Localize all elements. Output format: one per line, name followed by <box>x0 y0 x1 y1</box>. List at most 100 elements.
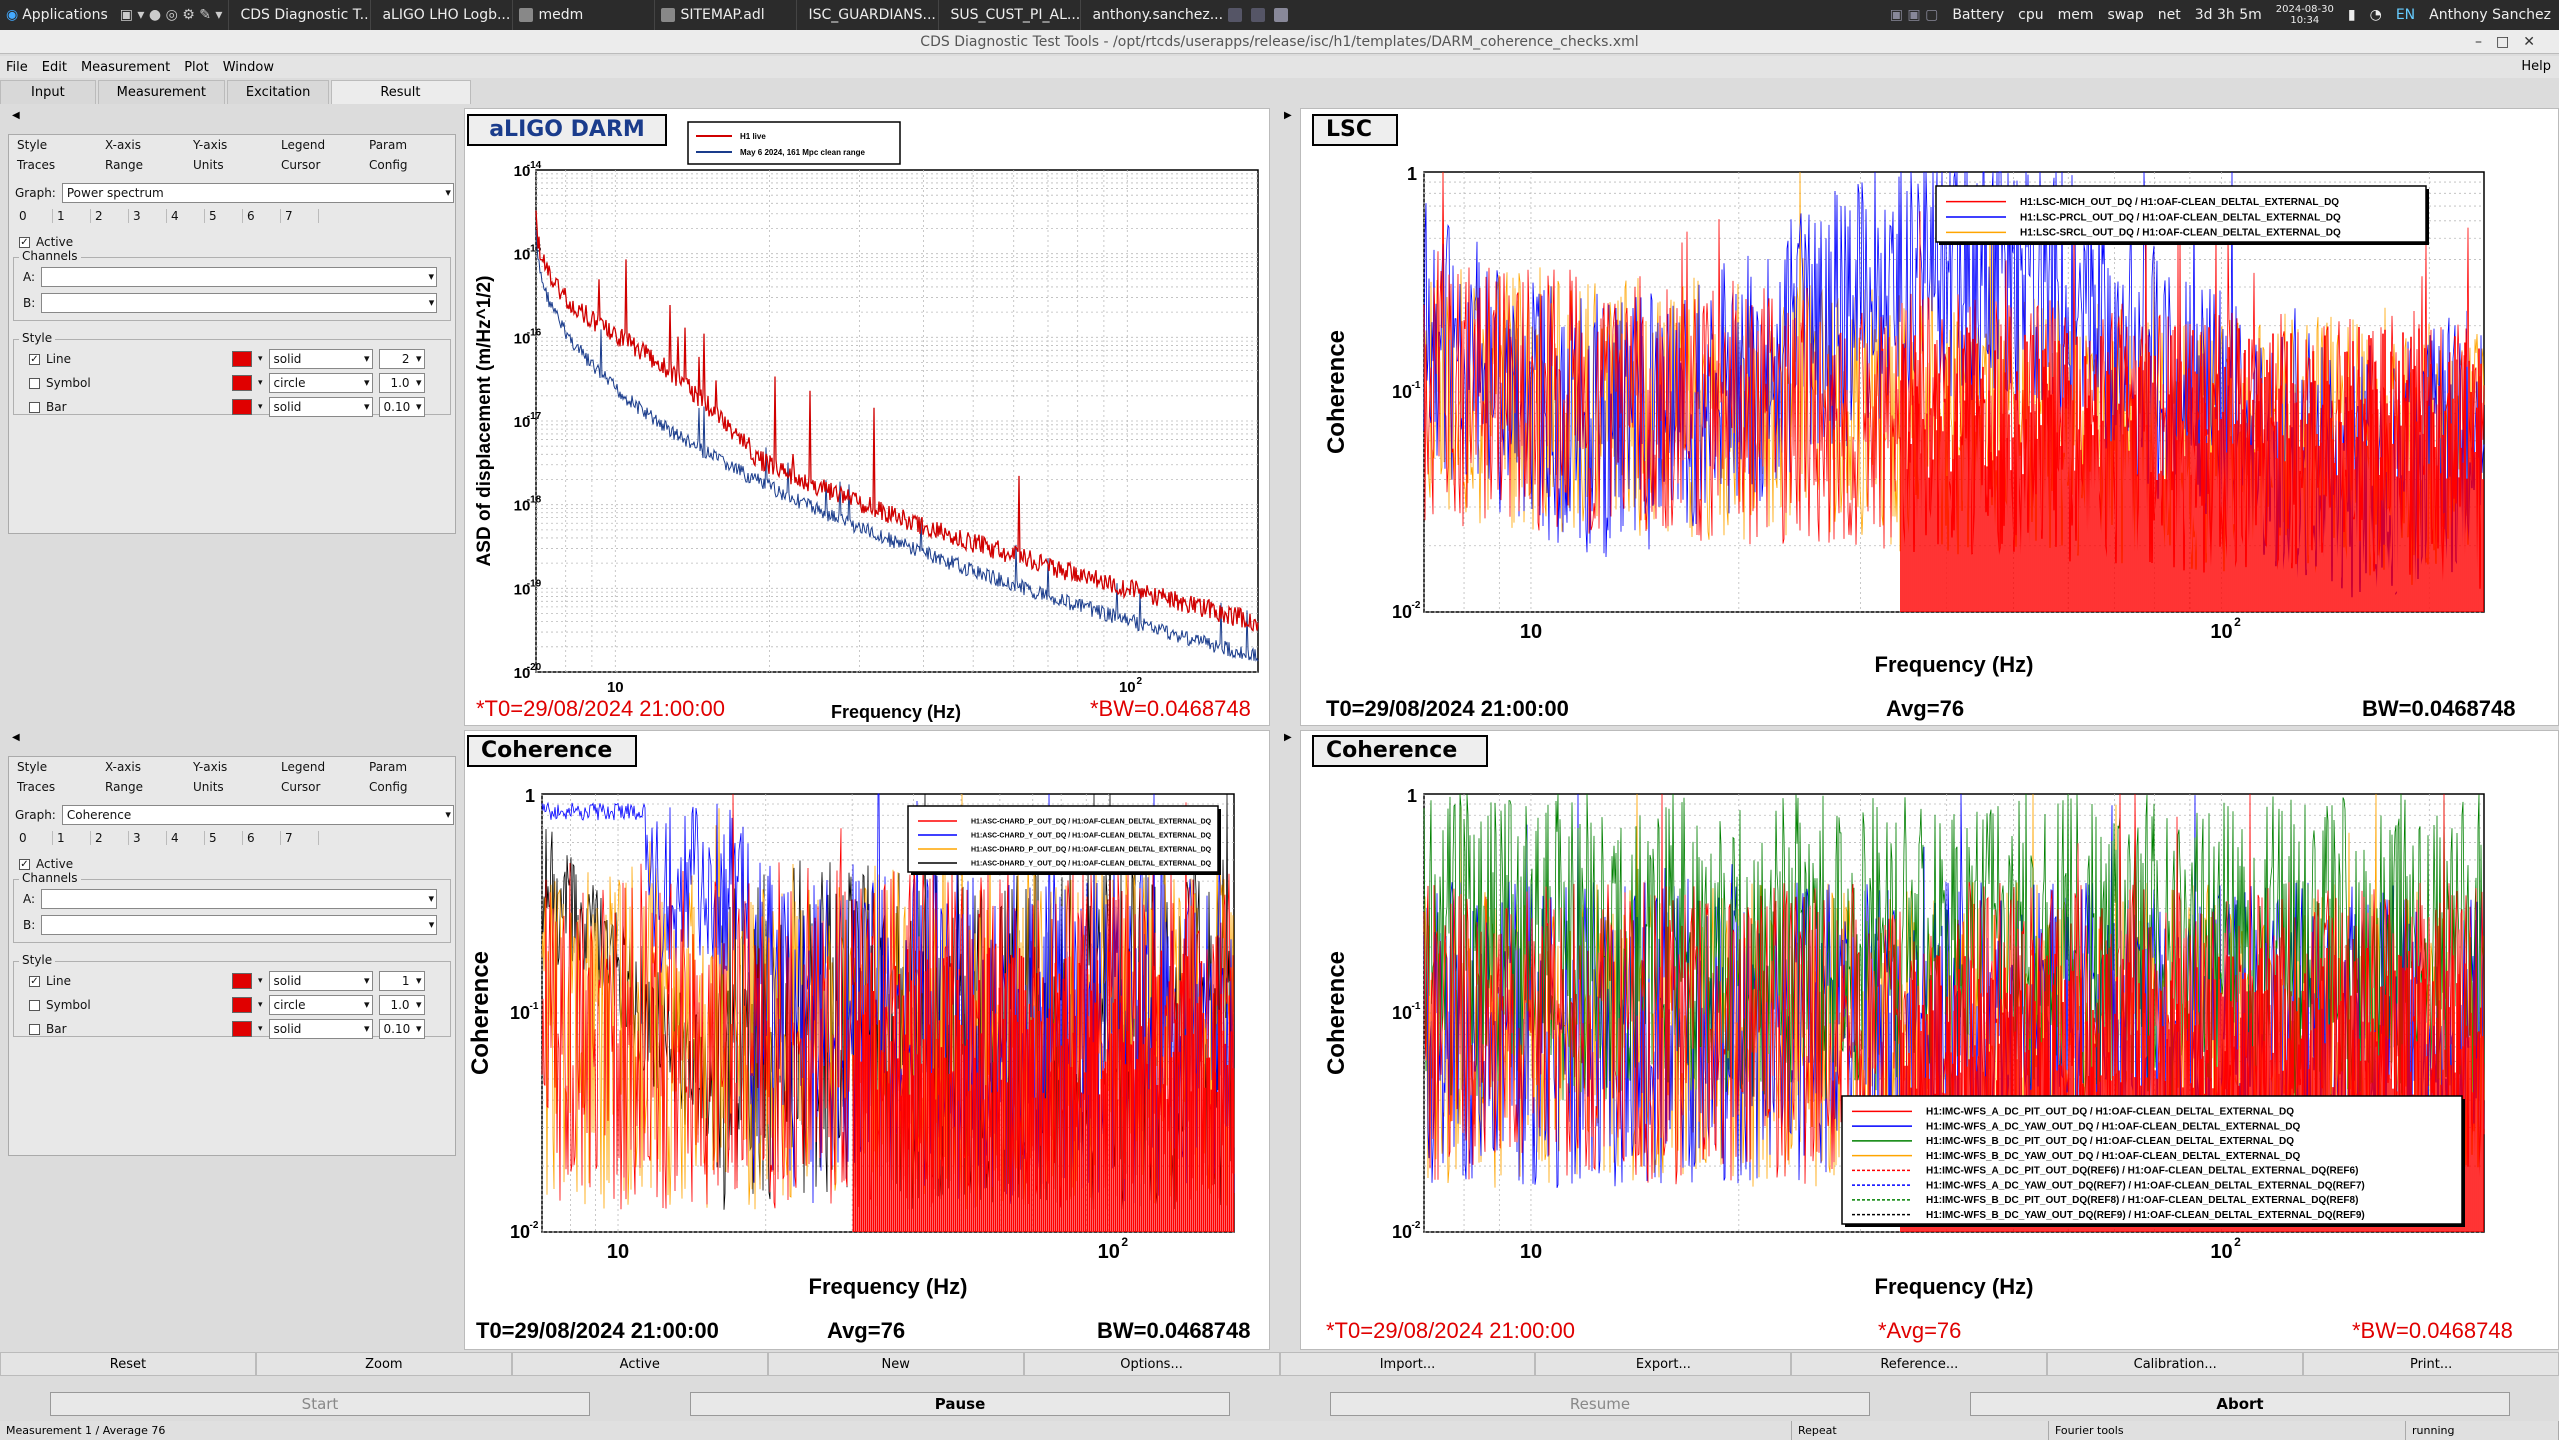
menu-window[interactable]: Window <box>223 60 274 75</box>
trace-tab-2[interactable]: 2 <box>91 831 129 845</box>
trace-tab-3[interactable]: 3 <box>129 831 167 845</box>
trace-tab-7[interactable]: 7 <box>281 209 319 223</box>
menu-help[interactable]: Help <box>2521 59 2551 74</box>
tab-result[interactable]: Result <box>331 80 472 104</box>
active-checkbox[interactable]: ✓ <box>19 236 30 248</box>
subtab-4[interactable]: Param <box>361 135 449 155</box>
line-width-stepper[interactable]: 2 <box>378 349 425 369</box>
line-checkbox[interactable]: ✓ <box>29 975 40 987</box>
task-sus[interactable]: SUS_CUST_PI_AL... <box>938 0 1080 30</box>
symbol-color[interactable] <box>232 375 252 391</box>
task-medm[interactable]: medm <box>512 0 654 30</box>
trace-tab-1[interactable]: 1 <box>53 209 91 223</box>
reset-button[interactable]: Reset <box>0 1352 256 1376</box>
options-button[interactable]: Options... <box>1023 1352 1280 1376</box>
quicklaunch-icons[interactable]: ▣ ▾ ● ◎ ⚙ ✎ ▾ <box>114 0 229 30</box>
subtab-3[interactable]: Legend <box>273 757 361 777</box>
symbol-style-select[interactable]: circle <box>268 995 373 1015</box>
subtab-1[interactable]: X-axis <box>97 135 185 155</box>
applications-menu[interactable]: ◉ Applications <box>0 0 114 30</box>
reference-button[interactable]: Reference... <box>1791 1352 2048 1376</box>
task-sitemap[interactable]: SITEMAP.adl <box>654 0 796 30</box>
plot-pane-darm[interactable] <box>464 108 1270 726</box>
new-button[interactable]: New <box>767 1352 1024 1376</box>
trace-tab-6[interactable]: 6 <box>243 209 281 223</box>
trace-tab-5[interactable]: 5 <box>205 831 243 845</box>
line-color[interactable] <box>232 973 252 989</box>
pane-collapse-arrow[interactable]: ▶ <box>1284 110 1292 121</box>
trace-tab-0[interactable]: 0 <box>15 831 53 845</box>
abort-button[interactable]: Abort <box>1970 1392 2510 1416</box>
export-button[interactable]: Export... <box>1535 1352 1792 1376</box>
subtab-1[interactable]: X-axis <box>97 757 185 777</box>
window-controls[interactable]: –□✕ <box>2475 30 2549 54</box>
menu-measurement[interactable]: Measurement <box>81 60 170 75</box>
subtab-row2-2[interactable]: Units <box>185 777 273 797</box>
subtab-row2-0[interactable]: Traces <box>9 155 97 175</box>
plot-pane-coh-imc[interactable] <box>1300 730 2559 1350</box>
task-alog[interactable]: aLIGO LHO Logb... <box>370 0 512 30</box>
subtab-3[interactable]: Legend <box>273 135 361 155</box>
subtab-0[interactable]: Style <box>9 135 97 155</box>
subtab-row2-4[interactable]: Config <box>361 155 449 175</box>
trace-tab-1[interactable]: 1 <box>53 831 91 845</box>
color-dropdown-icon[interactable]: ▾ <box>258 1024 263 1034</box>
plot-pane-lsc[interactable] <box>1300 108 2559 726</box>
color-dropdown-icon[interactable]: ▾ <box>258 976 263 986</box>
subtab-row2-4[interactable]: Config <box>361 777 449 797</box>
channel-b-select[interactable] <box>41 293 438 313</box>
subtab-row2-1[interactable]: Range <box>97 155 185 175</box>
task-cds[interactable]: CDS Diagnostic T... <box>228 0 370 30</box>
menu-edit[interactable]: Edit <box>42 60 67 75</box>
pause-button[interactable]: Pause <box>690 1392 1230 1416</box>
subtab-4[interactable]: Param <box>361 757 449 777</box>
subtab-0[interactable]: Style <box>9 757 97 777</box>
channel-b-select[interactable] <box>41 915 438 935</box>
graph-select[interactable]: Coherence <box>61 805 454 825</box>
bar-style-select[interactable]: solid <box>268 1019 373 1039</box>
subtab-row2-2[interactable]: Units <box>185 155 273 175</box>
trace-tab-5[interactable]: 5 <box>205 209 243 223</box>
print-button[interactable]: Print... <box>2303 1352 2559 1376</box>
bar-style-select[interactable]: solid <box>268 397 373 417</box>
start-button[interactable]: Start <box>50 1392 590 1416</box>
line-checkbox[interactable]: ✓ <box>29 353 40 365</box>
symbol-style-select[interactable]: circle <box>268 373 373 393</box>
menu-file[interactable]: File <box>6 60 28 75</box>
trace-tab-7[interactable]: 7 <box>281 831 319 845</box>
pane-collapse-arrow[interactable]: ▶ <box>1284 732 1292 743</box>
workspace-icons[interactable]: ▣ ▣ ▢ <box>1890 7 1939 23</box>
color-dropdown-icon[interactable]: ▾ <box>258 354 263 364</box>
bar-checkbox[interactable] <box>29 1023 40 1035</box>
subtab-row2-0[interactable]: Traces <box>9 777 97 797</box>
bar-width-stepper[interactable]: 0.10 <box>378 397 425 417</box>
pane-collapse-arrow[interactable]: ◀ <box>12 732 20 743</box>
bar-width-stepper[interactable]: 0.10 <box>378 1019 425 1039</box>
keyboard-layout[interactable]: EN <box>2396 7 2415 23</box>
line-style-select[interactable]: solid <box>268 349 373 369</box>
bar-checkbox[interactable] <box>29 401 40 413</box>
subtab-row2-3[interactable]: Cursor <box>273 777 361 797</box>
bar-color[interactable] <box>232 1021 252 1037</box>
zoom-button[interactable]: Zoom <box>255 1352 512 1376</box>
channel-a-select[interactable] <box>41 267 438 287</box>
trace-tab-0[interactable]: 0 <box>15 209 53 223</box>
resume-button[interactable]: Resume <box>1330 1392 1870 1416</box>
active-button[interactable]: Active <box>511 1352 768 1376</box>
symbol-width-stepper[interactable]: 1.0 <box>378 995 425 1015</box>
subtab-2[interactable]: Y-axis <box>185 757 273 777</box>
subtab-row2-3[interactable]: Cursor <box>273 155 361 175</box>
clock[interactable]: 2024-08-30 10:34 <box>2276 4 2334 26</box>
active-checkbox[interactable]: ✓ <box>19 858 30 870</box>
symbol-checkbox[interactable] <box>29 377 40 389</box>
color-dropdown-icon[interactable]: ▾ <box>258 378 263 388</box>
tab-input[interactable]: Input <box>0 80 96 104</box>
user-name[interactable]: Anthony Sanchez <box>2429 7 2551 23</box>
subtab-row2-1[interactable]: Range <box>97 777 185 797</box>
trace-tab-4[interactable]: 4 <box>167 831 205 845</box>
trace-tab-3[interactable]: 3 <box>129 209 167 223</box>
bar-color[interactable] <box>232 399 252 415</box>
plot-pane-coh-asc[interactable] <box>464 730 1270 1350</box>
trace-tab-4[interactable]: 4 <box>167 209 205 223</box>
channel-a-select[interactable] <box>41 889 438 909</box>
